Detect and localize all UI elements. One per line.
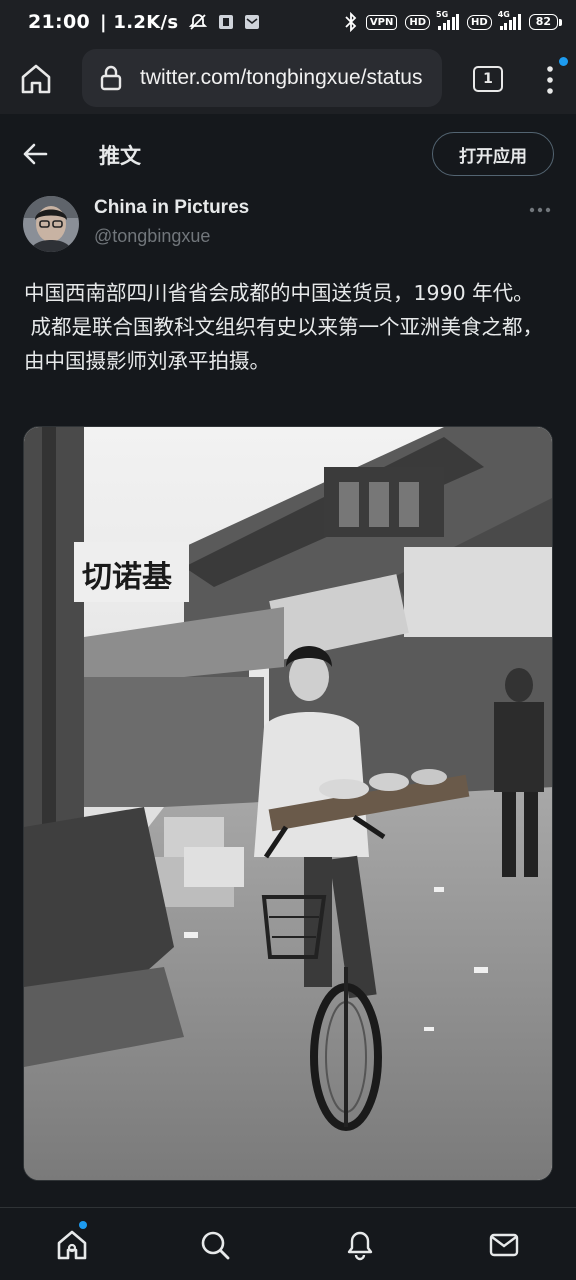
home-icon — [57, 1230, 87, 1260]
signal-5g-label: 5G — [436, 10, 449, 19]
back-arrow-icon — [23, 143, 48, 165]
mute-notification-icon — [188, 12, 208, 32]
author-name[interactable]: China in Pictures — [94, 197, 249, 219]
home-notification-badge — [79, 1221, 87, 1229]
hd-badge-2: HD — [467, 14, 492, 30]
app-notification-icon — [218, 14, 234, 30]
address-bar[interactable]: twitter.com/tongbingxue/status — [82, 49, 442, 107]
home-icon — [21, 64, 51, 94]
signal-4g-label: 4G — [497, 10, 510, 19]
photo-sign-left: 切诺基 — [82, 560, 172, 595]
battery-indicator: 82 — [528, 14, 563, 30]
tweet-photo[interactable]: 切诺基 — [23, 426, 553, 1181]
status-speed: | 1.2K/s — [99, 11, 179, 33]
nav-messages[interactable] — [487, 1228, 521, 1262]
avatar[interactable] — [23, 196, 79, 252]
more-options-button[interactable] — [528, 202, 552, 216]
status-bar: 21:00 | 1.2K/s VPN HD 5G HD 4G 82 — [0, 0, 576, 44]
open-app-button[interactable]: 打开应用 — [432, 132, 554, 176]
vpn-badge: VPN — [365, 14, 398, 30]
nav-home[interactable] — [55, 1228, 89, 1262]
mail-notification-icon — [244, 14, 260, 30]
browser-home-button[interactable] — [18, 61, 54, 97]
search-icon — [201, 1231, 230, 1260]
signal-5g-icon: 5G — [436, 10, 460, 30]
tweet-text: 中国西南部四川省省会成都的中国送货员，1990 年代。 成都是联合国教科文组织有… — [24, 281, 544, 373]
author-handle[interactable]: @tongbingxue — [94, 226, 210, 247]
page-title: 推文 — [99, 144, 141, 168]
page-header: 推文 打开应用 — [0, 118, 576, 190]
kebab-menu-icon — [547, 66, 553, 94]
signal-4g-icon: 4G — [498, 10, 521, 30]
more-icon — [529, 207, 551, 213]
back-button[interactable] — [22, 142, 48, 166]
nav-notifications[interactable] — [343, 1228, 377, 1262]
lock-icon — [100, 65, 122, 91]
tab-switcher-button[interactable]: 1 — [473, 66, 503, 92]
hd-badge: HD — [405, 14, 431, 30]
url-text: twitter.com/tongbingxue/status — [140, 66, 423, 89]
nav-search[interactable] — [198, 1228, 232, 1262]
status-time: 21:00 — [28, 11, 90, 33]
menu-update-badge — [559, 57, 568, 66]
browser-menu-button[interactable] — [538, 64, 562, 96]
bottom-navigation — [0, 1207, 576, 1280]
browser-toolbar: twitter.com/tongbingxue/status 1 — [0, 44, 576, 114]
bell-icon — [347, 1231, 373, 1261]
bluetooth-icon — [344, 12, 358, 32]
mail-icon — [489, 1233, 519, 1257]
